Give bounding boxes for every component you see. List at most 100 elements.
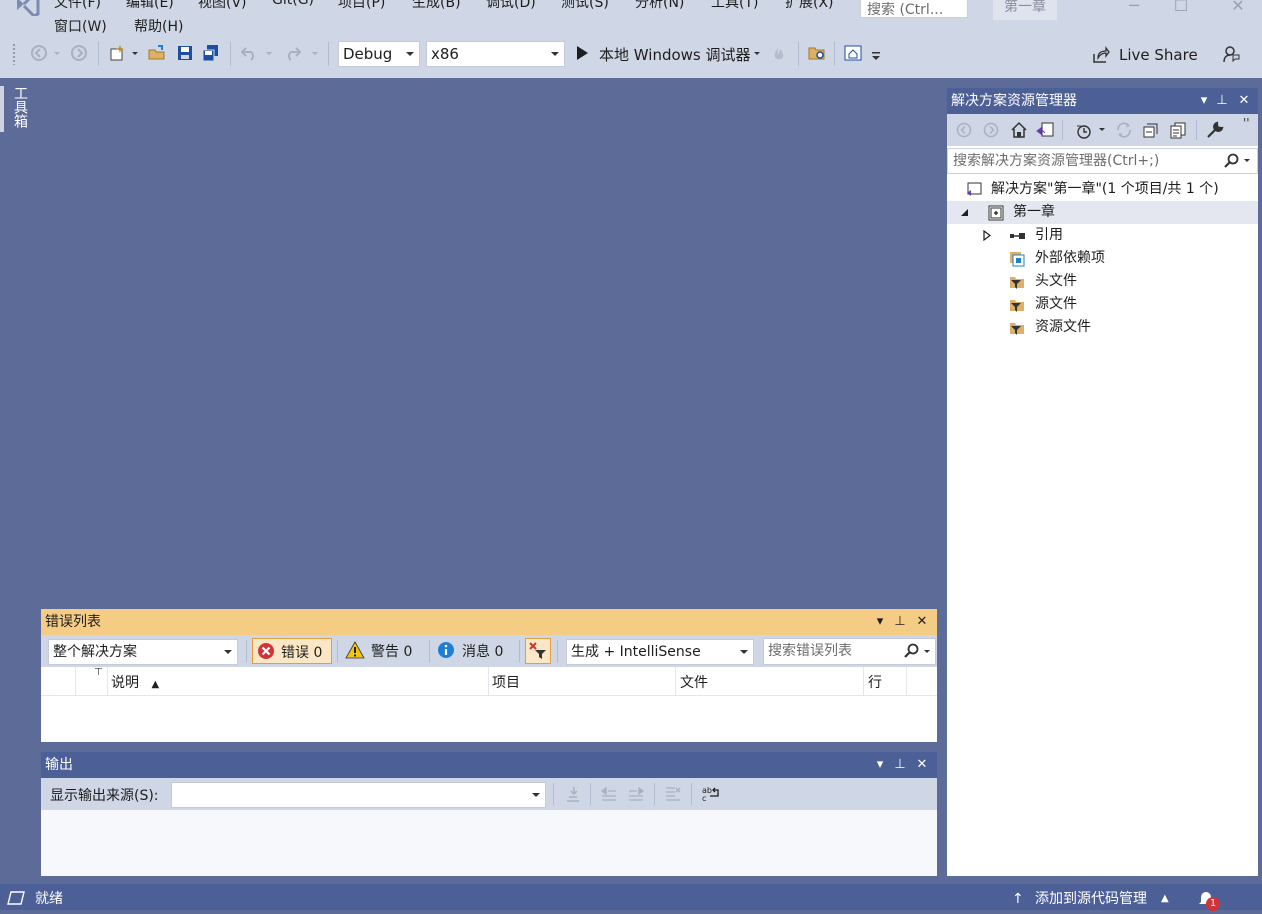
toolbar-overflow-icon[interactable] xyxy=(870,50,882,62)
column-header-project[interactable]: 项目 xyxy=(492,672,520,692)
solution-platform-select[interactable]: x86 xyxy=(426,41,565,67)
column-chooser-icon[interactable]: ⊤ xyxy=(94,667,103,678)
hot-reload-icon[interactable] xyxy=(770,44,788,62)
undo-icon[interactable] xyxy=(240,44,258,62)
toolbar-overflow-icon[interactable]: '' xyxy=(1243,116,1250,130)
menu-edit[interactable]: 编辑(E) xyxy=(126,0,174,12)
errors-toggle-button[interactable]: 错误 0 xyxy=(252,638,332,664)
menu-extensions[interactable]: 扩展(X) xyxy=(785,0,834,12)
start-debugger-button[interactable]: 本地 Windows 调试器 xyxy=(599,44,751,65)
column-header-line[interactable]: 行 xyxy=(868,672,882,692)
search-options-dropdown-icon[interactable] xyxy=(1242,155,1252,167)
menu-test[interactable]: 测试(S) xyxy=(561,0,609,12)
notifications-button[interactable]: 1 xyxy=(1196,888,1226,911)
window-position-dropdown-icon[interactable]: ▾ xyxy=(872,609,888,635)
tree-item-references[interactable]: 引用 xyxy=(947,224,1258,247)
tree-item-external-dependencies[interactable]: 外部依赖项 xyxy=(947,247,1258,270)
global-search-input[interactable]: 搜索 (Ctrl... xyxy=(860,0,968,18)
new-project-icon[interactable] xyxy=(108,44,126,62)
solution-explorer-title-bar[interactable]: 解决方案资源管理器 ▾ ⊥ ✕ xyxy=(947,88,1258,114)
pending-changes-filter-icon[interactable] xyxy=(1075,122,1093,140)
menu-window[interactable]: 窗口(W) xyxy=(54,16,107,36)
solution-configuration-select[interactable]: Debug xyxy=(338,41,420,67)
open-folder-icon[interactable] xyxy=(148,44,166,62)
switch-views-icon[interactable] xyxy=(1036,121,1054,139)
maximize-button[interactable]: ☐ xyxy=(1171,0,1191,16)
filter-toggle-button[interactable] xyxy=(525,638,551,664)
forward-icon[interactable] xyxy=(983,122,999,138)
messages-toggle-button[interactable]: 消息 0 xyxy=(435,638,515,664)
play-icon[interactable] xyxy=(575,45,589,61)
toolbar-grip[interactable] xyxy=(12,43,16,65)
tree-item-header-files[interactable]: 头文件 xyxy=(947,270,1258,293)
menu-view[interactable]: 视图(V) xyxy=(198,0,247,12)
sync-icon[interactable] xyxy=(1115,121,1133,139)
build-filter-select[interactable]: 生成 + IntelliSense xyxy=(566,639,754,665)
forward-icon[interactable] xyxy=(70,44,88,62)
menu-tools[interactable]: 工具(T) xyxy=(711,0,758,12)
add-to-source-control-button[interactable]: ↑ 添加到源代码管理 ▲ xyxy=(1010,884,1180,910)
word-wrap-icon[interactable]: abc xyxy=(701,784,721,804)
window-position-dropdown-icon[interactable]: ▾ xyxy=(872,752,888,778)
back-icon[interactable] xyxy=(30,44,48,62)
column-header-file[interactable]: 文件 xyxy=(680,672,708,692)
pin-icon[interactable]: ⊥ xyxy=(892,752,908,778)
menu-file[interactable]: 文件(F) xyxy=(54,0,101,12)
back-icon[interactable] xyxy=(956,122,972,138)
collapsed-arrow-icon[interactable] xyxy=(983,230,991,241)
back-dropdown-icon[interactable] xyxy=(52,44,62,62)
close-icon[interactable]: ✕ xyxy=(914,752,930,778)
menu-help[interactable]: 帮助(H) xyxy=(134,16,183,36)
chevron-down-icon[interactable] xyxy=(1097,124,1107,136)
search-options-dropdown-icon[interactable] xyxy=(922,646,932,658)
properties-wrench-icon[interactable] xyxy=(1206,121,1224,139)
output-source-select[interactable] xyxy=(171,782,546,808)
debugger-dropdown-icon[interactable] xyxy=(752,44,762,62)
home-icon[interactable] xyxy=(1010,121,1028,139)
tree-item-source-files[interactable]: 源文件 xyxy=(947,293,1258,316)
redo-dropdown-icon[interactable] xyxy=(310,44,320,62)
menu-analyze[interactable]: 分析(N) xyxy=(635,0,684,12)
window-position-dropdown-icon[interactable]: ▾ xyxy=(1196,88,1212,114)
save-icon[interactable] xyxy=(176,44,194,62)
search-icon[interactable] xyxy=(1223,153,1239,169)
live-share-icon[interactable] xyxy=(1092,46,1110,64)
menu-debug[interactable]: 调试(D) xyxy=(486,0,536,12)
warnings-toggle-button[interactable]: 警告 0 xyxy=(343,638,425,664)
output-title-bar[interactable]: 输出 ▾ ⊥ ✕ xyxy=(41,752,937,778)
show-all-files-icon[interactable] xyxy=(1169,121,1187,139)
error-list-title-bar[interactable]: 错误列表 ▾ ⊥ ✕ xyxy=(41,609,937,635)
menu-build[interactable]: 生成(B) xyxy=(412,0,461,12)
close-icon[interactable]: ✕ xyxy=(1236,88,1252,114)
error-search-input[interactable]: 搜索错误列表 xyxy=(763,638,936,665)
tree-project-node[interactable]: 第一章 xyxy=(947,201,1258,224)
pin-icon[interactable]: ⊥ xyxy=(1214,88,1230,114)
tree-item-resource-files[interactable]: 资源文件 xyxy=(947,316,1258,339)
go-to-line-icon[interactable] xyxy=(564,785,582,803)
close-window-button[interactable]: ✕ xyxy=(1228,0,1248,16)
find-in-files-icon[interactable] xyxy=(808,44,826,62)
menu-git[interactable]: Git(G) xyxy=(272,0,314,8)
redo-icon[interactable] xyxy=(284,44,302,62)
tree-solution-node[interactable]: 解决方案"第一章"(1 个项目/共 1 个) xyxy=(947,178,1258,201)
search-icon[interactable] xyxy=(903,643,919,659)
clear-all-icon[interactable] xyxy=(664,785,682,803)
start-page-icon[interactable] xyxy=(844,44,862,62)
undo-dropdown-icon[interactable] xyxy=(264,44,274,62)
close-icon[interactable]: ✕ xyxy=(914,609,930,635)
collapse-all-icon[interactable] xyxy=(1142,121,1160,139)
save-all-icon[interactable] xyxy=(202,44,220,62)
previous-message-icon[interactable] xyxy=(600,785,618,803)
minimize-button[interactable]: ─ xyxy=(1124,0,1144,16)
live-share-button[interactable]: Live Share xyxy=(1119,46,1198,64)
solution-explorer-search-input[interactable]: 搜索解决方案资源管理器(Ctrl+;) xyxy=(947,148,1258,174)
next-message-icon[interactable] xyxy=(627,785,645,803)
error-scope-select[interactable]: 整个解决方案 xyxy=(48,639,238,665)
column-header-description[interactable]: 说明 ▲ xyxy=(111,672,159,692)
new-dropdown-icon[interactable] xyxy=(130,44,140,62)
menu-project[interactable]: 项目(P) xyxy=(338,0,385,12)
pin-icon[interactable]: ⊥ xyxy=(892,609,908,635)
toolbox-tab[interactable]: 工具箱 xyxy=(0,80,34,132)
feedback-icon[interactable] xyxy=(1222,45,1240,63)
expanded-arrow-icon[interactable] xyxy=(961,209,969,217)
